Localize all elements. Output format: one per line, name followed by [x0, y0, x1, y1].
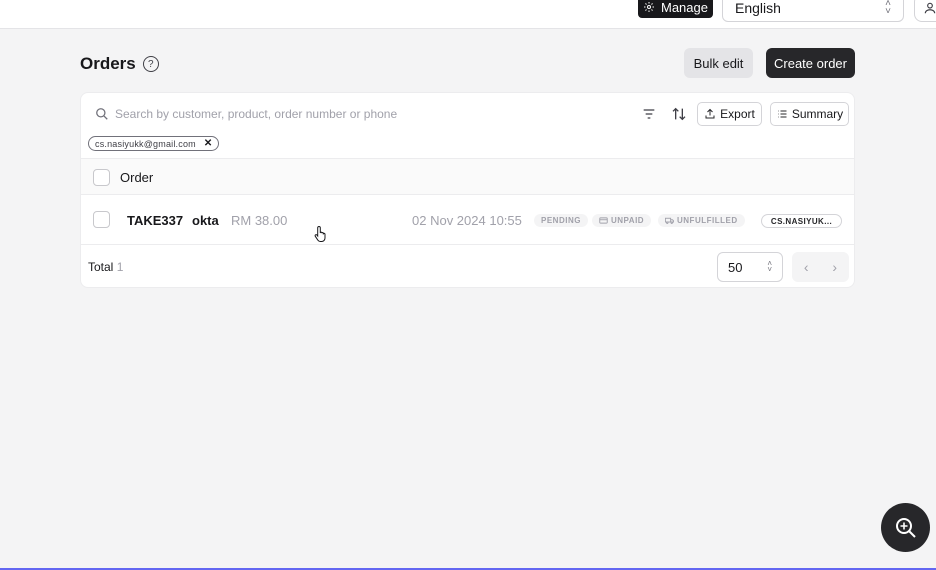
manage-button[interactable]: Manage — [638, 0, 713, 18]
order-amount: RM 38.00 — [231, 213, 288, 228]
search-icon — [96, 108, 108, 120]
chevron-left-icon[interactable]: ‹ — [804, 259, 809, 275]
fulfillment-text: UNFULFILLED — [677, 216, 738, 225]
status-text: PENDING — [541, 216, 581, 225]
summary-button[interactable]: Summary — [770, 102, 849, 126]
filter-icon[interactable] — [641, 106, 657, 122]
gear-icon — [644, 2, 654, 12]
chevron-updown-icon: ˄ ˅ — [885, 0, 891, 17]
table-footer: Total 1 50 ˄ ˅ ‹ › — [81, 245, 854, 287]
bulk-edit-button[interactable]: Bulk edit — [684, 48, 753, 78]
help-circle-icon[interactable]: ? — [142, 56, 159, 72]
page-size-select[interactable]: 50 ˄ ˅ — [717, 252, 783, 282]
row-checkbox[interactable] — [93, 211, 110, 228]
active-filter-chip: cs.nasiyukk@gmail.com ✕ — [88, 136, 220, 151]
total-label: Total — [88, 260, 114, 274]
credit-card-icon — [599, 217, 608, 224]
page-title: Orders ? — [80, 54, 159, 74]
fulfillment-badge: UNFULFILLED — [658, 214, 745, 227]
active-filter-text: cs.nasiyukk@gmail.com — [95, 138, 196, 149]
hand-cursor-icon — [314, 225, 326, 242]
language-value: English — [735, 0, 781, 16]
customer-name: okta — [192, 213, 219, 228]
payment-badge: UNPAID — [592, 214, 652, 227]
payment-text: UNPAID — [611, 216, 645, 225]
export-label: Export — [720, 107, 755, 121]
table-row[interactable]: TAKE337 okta RM 38.00 02 Nov 2024 10:55 … — [81, 195, 854, 245]
user-icon — [924, 2, 936, 14]
column-header-order: Order — [120, 170, 154, 185]
page-title-text: Orders — [80, 54, 136, 73]
table-header: Order — [81, 158, 854, 195]
upload-icon — [705, 108, 715, 119]
truck-icon — [665, 217, 674, 224]
chevron-right-icon[interactable]: › — [832, 259, 837, 275]
language-select[interactable]: English ˄ ˅ — [722, 0, 904, 22]
select-all-checkbox[interactable] — [93, 169, 110, 186]
search-input[interactable] — [115, 105, 535, 123]
chevron-updown-icon: ˄ ˅ — [767, 259, 772, 274]
zoom-sparkle-icon — [895, 517, 916, 538]
close-icon[interactable]: ✕ — [204, 138, 213, 149]
user-menu-button[interactable] — [914, 0, 936, 22]
top-bar: Manage English ˄ ˅ — [0, 0, 936, 29]
order-id[interactable]: TAKE337 — [127, 213, 183, 228]
status-badge: PENDING — [534, 214, 588, 227]
summary-label: Summary — [791, 107, 844, 121]
export-button[interactable]: Export — [697, 102, 762, 126]
pagination: ‹ › — [792, 252, 849, 282]
page-size-value: 50 — [728, 259, 743, 275]
search-toolbar: Export Summary — [81, 93, 854, 135]
total-count: Total 1 — [88, 260, 123, 274]
order-datetime: 02 Nov 2024 10:55 — [412, 213, 522, 228]
total-value: 1 — [116, 260, 124, 274]
create-order-button[interactable]: Create order — [766, 48, 855, 78]
orders-card: Export Summary cs.nasiyukk@gmail.com ✕ O… — [80, 92, 855, 288]
customer-email-badge: CS.NASIYUK... — [761, 214, 842, 228]
list-icon — [777, 110, 787, 118]
sort-icon[interactable] — [671, 106, 687, 122]
zoom-assistant-button[interactable] — [881, 503, 930, 552]
manage-label: Manage — [661, 0, 708, 15]
